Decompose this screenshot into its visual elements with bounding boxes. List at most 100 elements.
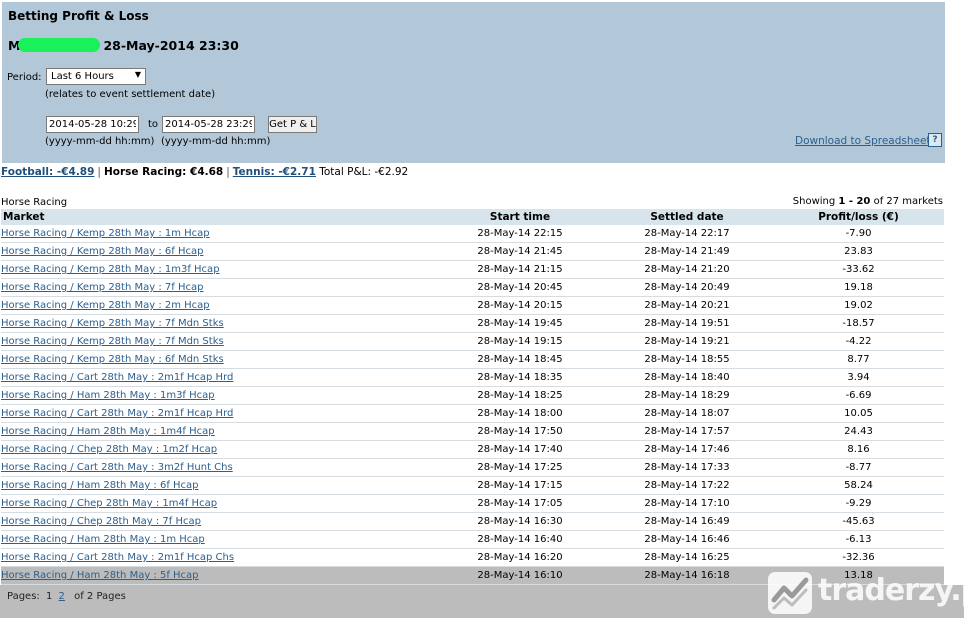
get-pnl-button[interactable]: Get P & L [268,116,317,133]
market-link[interactable]: Horse Racing / Kemp 28th May : 7f Mdn St… [1,336,224,347]
pager-suffix: of 2 Pages [74,591,126,602]
cell-market: Horse Racing / Chep 28th May : 7f Hcap [1,512,439,531]
sport-current-horse-racing: Horse Racing: €4.68 [103,166,224,178]
market-link[interactable]: Horse Racing / Ham 28th May : 1m4f Hcap [1,426,215,437]
cell-profit-loss: -9.29 [773,494,944,513]
cell-settled-date: 28-May-14 19:21 [601,332,773,351]
market-link[interactable]: Horse Racing / Kemp 28th May : 7f Hcap [1,282,203,293]
cell-market: Horse Racing / Kemp 28th May : 7f Hcap [1,278,439,297]
cell-profit-loss: 19.18 [773,278,944,297]
cell-start-time: 28-May-14 22:15 [439,225,601,243]
cell-profit-loss: -8.77 [773,458,944,477]
market-link[interactable]: Horse Racing / Kemp 28th May : 7f Mdn St… [1,318,224,329]
cell-settled-date: 28-May-14 21:49 [601,242,773,261]
market-link[interactable]: Horse Racing / Cart 28th May : 2m1f Hcap… [1,408,233,419]
cell-profit-loss: -7.90 [773,225,944,243]
sport-summary: Football: -€4.89 | Horse Racing: €4.68 | Ten… [1,166,408,178]
cell-market: Horse Racing / Ham 28th May : 1m3f Hcap [1,386,439,405]
table-row: Horse Racing / Chep 28th May : 1m2f Hcap… [1,440,944,459]
cell-start-time: 28-May-14 20:15 [439,296,601,315]
period-note: (relates to event settlement date) [45,89,216,100]
cell-market: Horse Racing / Cart 28th May : 2m1f Hcap… [1,368,439,387]
market-link[interactable]: Horse Racing / Kemp 28th May : 1m Hcap [1,228,210,239]
cell-start-time: 28-May-14 18:35 [439,368,601,387]
cell-market: Horse Racing / Kemp 28th May : 6f Mdn St… [1,350,439,369]
column-header-settled-date: Settled date [601,209,773,225]
sport-link-football[interactable]: Football: -€4.89 [1,166,94,178]
cell-start-time: 28-May-14 19:15 [439,332,601,351]
cell-settled-date: 28-May-14 16:18 [601,566,773,585]
from-date-format-hint: (yyyy-mm-dd hh:mm) [45,136,155,147]
cell-settled-date: 28-May-14 18:07 [601,404,773,423]
watermark-text: traderzy.pl [818,573,964,608]
cell-settled-date: 28-May-14 20:49 [601,278,773,297]
cell-profit-loss: -33.62 [773,260,944,279]
table-row: Horse Racing / Kemp 28th May : 6f Mdn St… [1,350,944,369]
market-link[interactable]: Horse Racing / Kemp 28th May : 2m Hcap [1,300,210,311]
market-link[interactable]: Horse Racing / Cart 28th May : 2m1f Hcap… [1,372,233,383]
to-date-input[interactable] [162,116,255,133]
pager-link-page-2[interactable]: 2 [59,591,65,602]
cell-market: Horse Racing / Kemp 28th May : 7f Mdn St… [1,332,439,351]
pager-current-page: 1 [45,591,53,602]
watermark-logo-icon [768,572,812,614]
market-link[interactable]: Horse Racing / Kemp 28th May : 6f Mdn St… [1,354,224,365]
cell-start-time: 28-May-14 16:20 [439,548,601,567]
column-header-profit-loss: Profit/loss (€) [773,209,944,225]
cell-market: Horse Racing / Ham 28th May : 1m Hcap [1,530,439,549]
table-row: Horse Racing / Ham 28th May : 1m Hcap 28-… [1,530,944,549]
column-header-start-time: Start time [439,209,601,225]
market-link[interactable]: Horse Racing / Chep 28th May : 1m4f Hcap [1,498,217,509]
market-link[interactable]: Horse Racing / Ham 28th May : 5f Hcap [1,570,199,581]
market-link[interactable]: Horse Racing / Ham 28th May : 6f Hcap [1,480,199,491]
table-row: Horse Racing / Ham 28th May : 1m4f Hcap 2… [1,422,944,441]
cell-settled-date: 28-May-14 22:17 [601,225,773,243]
market-link[interactable]: Horse Racing / Ham 28th May : 1m3f Hcap [1,390,215,401]
cell-settled-date: 28-May-14 21:20 [601,260,773,279]
cell-profit-loss: 3.94 [773,368,944,387]
total-pnl: Total P&L: -€2.92 [319,166,409,178]
market-link[interactable]: Horse Racing / Kemp 28th May : 1m3f Hcap [1,264,220,275]
table-row: Horse Racing / Kemp 28th May : 1m Hcap 28… [1,225,944,243]
market-link[interactable]: Horse Racing / Ham 28th May : 1m Hcap [1,534,205,545]
cell-profit-loss: -6.69 [773,386,944,405]
from-date-input[interactable] [46,116,139,133]
pnl-table: Market Start time Settled date Profit/lo… [1,209,944,585]
market-link[interactable]: Horse Racing / Chep 28th May : 1m2f Hcap [1,444,217,455]
cell-start-time: 28-May-14 16:40 [439,530,601,549]
cell-profit-loss: 8.77 [773,350,944,369]
market-link[interactable]: Horse Racing / Cart 28th May : 2m1f Hcap… [1,552,234,563]
pager: Pages: 1 2 of 2 Pages [7,591,126,602]
cell-profit-loss: -32.36 [773,548,944,567]
cell-settled-date: 28-May-14 17:57 [601,422,773,441]
table-row: Horse Racing / Cart 28th May : 3m2f Hunt… [1,458,944,477]
help-icon[interactable]: ? [928,133,942,147]
pager-label: Pages: [7,591,40,602]
download-spreadsheet-link[interactable]: Download to Spreadsheet [795,135,931,147]
table-row: Horse Racing / Ham 28th May : 1m3f Hcap 2… [1,386,944,405]
cell-market: Horse Racing / Cart 28th May : 2m1f Hcap… [1,404,439,423]
cell-start-time: 28-May-14 17:15 [439,476,601,495]
cell-profit-loss: 24.43 [773,422,944,441]
cell-start-time: 28-May-14 17:40 [439,440,601,459]
cell-start-time: 28-May-14 17:05 [439,494,601,513]
table-header-row: Market Start time Settled date Profit/lo… [1,209,944,225]
table-row: Horse Racing / Cart 28th May : 2m1f Hcap… [1,368,944,387]
market-link[interactable]: Horse Racing / Chep 28th May : 7f Hcap [1,516,201,527]
cell-start-time: 28-May-14 17:25 [439,458,601,477]
sport-link-tennis[interactable]: Tennis: -€2.71 [233,166,316,178]
market-link[interactable]: Horse Racing / Cart 28th May : 3m2f Hunt… [1,462,233,473]
table-row: Horse Racing / Kemp 28th May : 7f Mdn St… [1,332,944,351]
redacted-account-name [18,38,101,52]
period-select[interactable]: Last 6 Hours ▼ [46,68,146,85]
showing-prefix: Showing [792,196,839,207]
showing-range: 1 - 20 [838,196,871,207]
cell-start-time: 28-May-14 21:45 [439,242,601,261]
market-link[interactable]: Horse Racing / Kemp 28th May : 6f Hcap [1,246,203,257]
cell-settled-date: 28-May-14 17:46 [601,440,773,459]
cell-settled-date: 28-May-14 16:25 [601,548,773,567]
cell-market: Horse Racing / Chep 28th May : 1m2f Hcap [1,440,439,459]
cell-profit-loss: -6.13 [773,530,944,549]
cell-start-time: 28-May-14 17:50 [439,422,601,441]
cell-settled-date: 28-May-14 17:10 [601,494,773,513]
